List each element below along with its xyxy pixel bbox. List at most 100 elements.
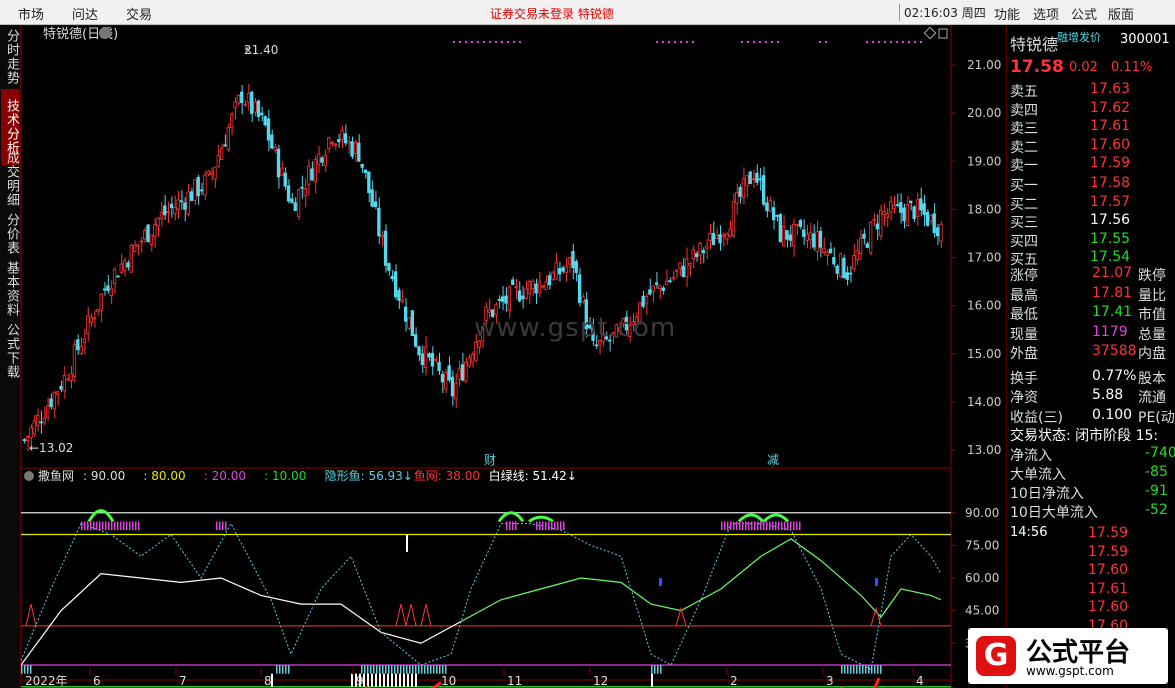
signal-bump xyxy=(528,515,554,523)
white-bar xyxy=(651,673,653,687)
logo-g-icon: G xyxy=(976,636,1016,676)
candle xyxy=(838,253,843,277)
signal-dot xyxy=(878,41,880,43)
candle xyxy=(929,214,933,222)
last-price: 17.58 xyxy=(1010,57,1064,77)
cyan-bar xyxy=(409,665,411,674)
magenta-bar xyxy=(721,521,723,531)
candle xyxy=(417,346,421,356)
menu-function[interactable]: 功能 xyxy=(994,4,1020,23)
menu-trade[interactable]: 交易 xyxy=(126,4,152,23)
tab-formula-download[interactable]: 公式下载 xyxy=(1,321,19,381)
signal-dot xyxy=(680,41,682,43)
tab-trades[interactable]: 成交明细 xyxy=(1,149,19,209)
signal-dot xyxy=(890,41,892,43)
candle xyxy=(882,211,886,216)
candle xyxy=(414,334,418,347)
white-bar xyxy=(367,673,369,687)
candle xyxy=(815,231,819,252)
signal-dot xyxy=(519,41,521,43)
candle xyxy=(397,289,401,301)
tab-price-dist[interactable]: 分价表 xyxy=(1,211,19,257)
candle xyxy=(802,229,806,237)
white-bar xyxy=(411,673,413,687)
cyan-bar xyxy=(850,665,852,674)
candle xyxy=(273,146,277,151)
magenta-bar xyxy=(81,521,83,531)
magenta-bar xyxy=(93,521,95,531)
candle xyxy=(855,250,859,260)
candle xyxy=(159,212,164,219)
candle xyxy=(935,227,940,237)
magenta-bar xyxy=(772,521,774,531)
tab-intraday[interactable]: 分时走势 xyxy=(1,27,19,87)
candle xyxy=(551,272,555,280)
candle xyxy=(250,91,254,115)
login-notice[interactable]: 证券交易未登录 特锐德 xyxy=(490,5,614,22)
cyan-bar xyxy=(439,665,441,674)
signal-dot xyxy=(777,41,779,43)
candle xyxy=(276,148,281,178)
candle xyxy=(290,198,294,203)
flow-row: 10日净流入 -91 xyxy=(1010,483,1168,502)
candle xyxy=(547,275,552,286)
magenta-bar xyxy=(129,521,131,531)
buy-label: 买一 xyxy=(1010,178,1038,194)
candle xyxy=(240,91,244,104)
candle xyxy=(534,283,538,294)
candle xyxy=(828,248,833,254)
candle xyxy=(72,344,77,377)
menu-formula[interactable]: 公式 xyxy=(1071,4,1097,23)
candle xyxy=(571,250,575,269)
menu-market[interactable]: 市场 xyxy=(18,4,44,23)
candle xyxy=(648,289,652,295)
magenta-bar xyxy=(551,521,553,531)
candle xyxy=(337,139,341,143)
cyan-bar xyxy=(442,665,444,674)
candle xyxy=(822,247,826,253)
signal-dot xyxy=(471,41,473,43)
cyan-bar xyxy=(853,665,855,674)
magenta-bar xyxy=(120,521,122,531)
candle xyxy=(126,262,130,268)
magenta-bar xyxy=(225,521,227,531)
magenta-bar xyxy=(787,521,789,531)
candle xyxy=(316,153,321,165)
candle xyxy=(377,207,381,237)
chart-area[interactable]: 21.00 20.00 19.00 18.00 17.00 16.00 15.00 14.00… xyxy=(21,25,1005,688)
candle xyxy=(745,175,749,187)
candle xyxy=(266,118,271,141)
cyan-bar xyxy=(654,665,656,674)
magenta-bar xyxy=(111,521,113,531)
candle xyxy=(554,262,558,280)
candle xyxy=(363,169,368,174)
tab-profile[interactable]: 基本资料 xyxy=(1,259,19,319)
magenta-bar xyxy=(123,521,125,531)
candle xyxy=(517,290,522,302)
sub-tick-label: 60.00 xyxy=(965,571,999,585)
kline-chart-svg[interactable]: 21.00 20.00 19.00 18.00 17.00 16.00 15.00 14.00… xyxy=(21,25,1005,688)
menu-layout[interactable]: 版面 xyxy=(1108,4,1134,23)
candle xyxy=(504,295,508,304)
candle xyxy=(531,280,535,289)
signal-dot xyxy=(747,41,749,43)
menu-wenda[interactable]: 问达 xyxy=(72,4,98,23)
candle xyxy=(56,391,60,395)
candle xyxy=(440,373,445,383)
candle xyxy=(487,309,491,313)
magenta-bar xyxy=(108,521,110,531)
candle xyxy=(725,233,729,240)
price-change-pct: 0.11% xyxy=(1111,60,1153,75)
candle xyxy=(781,225,786,246)
signal-dot xyxy=(872,41,874,43)
candle xyxy=(353,142,358,154)
cyan-bar xyxy=(445,665,447,674)
price-tick-label: 21.00 xyxy=(967,58,1001,72)
white-line xyxy=(21,573,462,666)
magenta-bar xyxy=(724,521,726,531)
menu-options[interactable]: 选项 xyxy=(1033,4,1059,23)
quote-panel: 特锐德 融增发价 300001 17.58 0.02 0.11% 卖五 17.63… xyxy=(1006,25,1175,688)
main-chart-frame xyxy=(21,25,952,469)
cyan-bar xyxy=(415,665,417,674)
candle xyxy=(323,154,328,167)
